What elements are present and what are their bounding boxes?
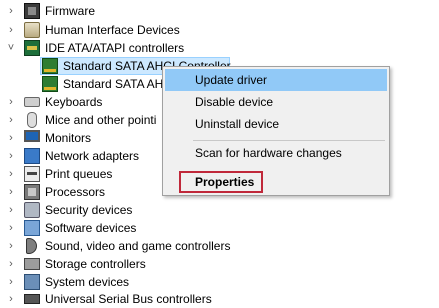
menu-item-uninstall-device[interactable]: Uninstall device — [165, 113, 387, 135]
chevron-right-icon[interactable]: › — [6, 255, 16, 273]
chevron-right-icon[interactable]: › — [6, 129, 16, 147]
network-icon — [24, 148, 40, 164]
tree-item-storage[interactable]: › Storage controllers — [0, 255, 439, 273]
speaker-icon — [26, 238, 37, 254]
ide-controller-icon — [24, 40, 40, 56]
mouse-icon — [27, 112, 37, 128]
chevron-down-icon[interactable]: ˅ — [6, 39, 16, 57]
printer-icon — [24, 166, 40, 182]
chevron-right-icon[interactable]: › — [6, 183, 16, 201]
processor-icon — [24, 184, 40, 200]
chevron-right-icon[interactable]: › — [6, 201, 16, 219]
tree-item-system[interactable]: › System devices — [0, 273, 439, 291]
chevron-right-icon[interactable]: › — [6, 165, 16, 183]
tree-item-ide[interactable]: ˅ IDE ATA/ATAPI controllers — [0, 39, 439, 57]
tree-item-software[interactable]: › Software devices — [0, 219, 439, 237]
controller-card-icon — [42, 58, 58, 74]
chevron-right-icon[interactable]: › — [6, 2, 16, 20]
hid-icon — [24, 22, 40, 38]
chevron-right-icon[interactable]: › — [6, 93, 16, 111]
monitor-icon — [24, 130, 40, 142]
chevron-right-icon[interactable]: › — [6, 237, 16, 255]
context-menu: Update driver Disable device Uninstall d… — [162, 66, 390, 196]
chevron-right-icon[interactable]: › — [6, 21, 16, 39]
tree-item-hid[interactable]: › Human Interface Devices — [0, 21, 439, 39]
tree-item-firmware[interactable]: › Firmware — [0, 2, 439, 20]
menu-separator — [193, 140, 385, 141]
keyboard-icon — [24, 97, 40, 107]
menu-item-update-driver[interactable]: Update driver — [165, 69, 387, 91]
usb-icon — [24, 294, 40, 304]
chevron-right-icon[interactable]: › — [6, 273, 16, 291]
tree-item-usb[interactable]: › Universal Serial Bus controllers — [0, 290, 439, 308]
menu-item-disable-device[interactable]: Disable device — [165, 91, 387, 113]
tree-item-security[interactable]: › Security devices — [0, 201, 439, 219]
system-icon — [24, 274, 40, 290]
tree-item-sound[interactable]: › Sound, video and game controllers — [0, 237, 439, 255]
storage-icon — [24, 258, 40, 270]
controller-card-icon — [42, 76, 58, 92]
firmware-icon — [24, 3, 40, 19]
chevron-right-icon[interactable]: › — [6, 111, 16, 129]
security-icon — [24, 202, 40, 218]
software-icon — [24, 220, 40, 236]
properties-highlight-box — [179, 171, 263, 193]
chevron-right-icon[interactable]: › — [6, 290, 16, 308]
chevron-right-icon[interactable]: › — [6, 219, 16, 237]
menu-item-scan-hardware[interactable]: Scan for hardware changes — [165, 142, 387, 164]
chevron-right-icon[interactable]: › — [6, 147, 16, 165]
